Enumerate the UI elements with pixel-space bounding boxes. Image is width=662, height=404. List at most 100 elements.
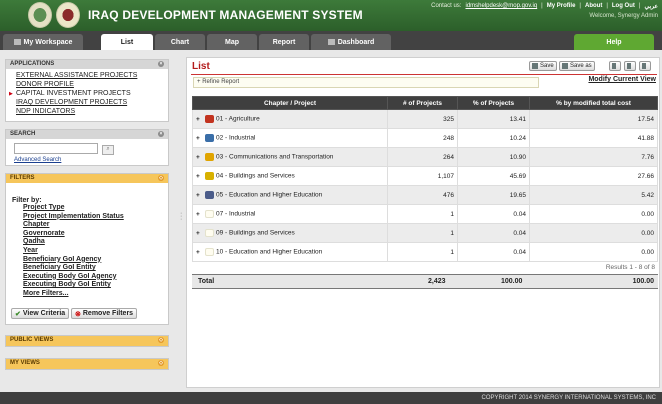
print-button[interactable] — [624, 61, 636, 71]
advanced-search-link[interactable]: Advanced Search — [14, 157, 168, 163]
table-row[interactable]: +01 - Agriculture 325 13.41 17.54 — [192, 109, 658, 129]
my-views-header[interactable]: MY VIEWS ◇ — [6, 359, 168, 369]
app-link-donor-profile[interactable]: DONOR PROFILE — [16, 80, 158, 89]
total-projects: 2,423 — [428, 278, 446, 285]
chapter-icon — [205, 115, 214, 123]
applications-list: EXTERNAL ASSISTANCE PROJECTS DONOR PROFI… — [6, 69, 168, 118]
cell-projects: 1 — [387, 204, 458, 224]
filter-qadha[interactable]: Qadha — [23, 238, 168, 247]
top-links: Contact us: idmshelpdesk@mop.gov.iq | My… — [431, 3, 658, 10]
table-row[interactable]: +02 - Industrial 248 10.24 41.88 — [192, 128, 658, 148]
filter-year[interactable]: Year — [23, 247, 168, 256]
table-row[interactable]: +07 - Industrial 1 0.04 0.00 — [192, 204, 658, 224]
app-link-external-assistance[interactable]: EXTERNAL ASSISTANCE PROJECTS — [16, 71, 158, 80]
filter-chapter[interactable]: Chapter — [23, 221, 168, 230]
tab-dashboard[interactable]: Dashboard — [311, 34, 391, 50]
save-as-icon — [562, 63, 568, 69]
chapter-label: 09 - Buildings and Services — [216, 229, 295, 237]
cell-chapter: +05 - Education and Higher Education — [192, 185, 388, 205]
results-count: Results 1 - 8 of 8 — [605, 264, 655, 271]
filter-project-type[interactable]: Project Type — [23, 204, 168, 213]
save-button[interactable]: Save — [529, 61, 557, 71]
settings-button[interactable] — [639, 61, 651, 71]
tab-map[interactable]: Map — [207, 34, 257, 50]
filter-beneficiary-entity[interactable]: Beneficiary GoI Entity — [23, 264, 168, 273]
cell-pct-projects: 13.41 — [457, 109, 530, 129]
expand-icon[interactable]: ◇ — [158, 337, 164, 343]
search-input[interactable] — [14, 143, 98, 154]
cell-chapter: +09 - Buildings and Services — [192, 223, 388, 243]
expand-row-icon[interactable]: + — [196, 230, 203, 237]
table-row[interactable]: +05 - Education and Higher Education 476 1… — [192, 185, 658, 205]
export-button[interactable] — [609, 61, 621, 71]
column-header-pct-projects[interactable]: % of Projects — [457, 96, 530, 110]
column-header-pct-cost[interactable]: % by modified total cost — [529, 96, 658, 110]
total-pct-projects: 100.00 — [501, 278, 523, 285]
panel-splitter-handle[interactable]: · · · — [180, 210, 182, 223]
tab-list[interactable]: List — [101, 34, 153, 50]
cell-pct-cost: 0.00 — [529, 242, 658, 262]
cell-pct-projects: 10.24 — [457, 128, 530, 148]
table-row[interactable]: +09 - Buildings and Services 1 0.04 0.00 — [192, 223, 658, 243]
about-link[interactable]: About — [585, 3, 602, 10]
cell-chapter: +04 - Buildings and Services — [192, 166, 388, 186]
government-seal-icon — [56, 2, 80, 28]
remove-filters-button[interactable]: ⊗ Remove Filters — [71, 308, 138, 319]
expand-row-icon[interactable]: + — [196, 135, 203, 142]
expand-icon[interactable]: ◇ — [158, 360, 164, 366]
tab-report[interactable]: Report — [259, 34, 309, 50]
my-views-panel: MY VIEWS ◇ — [5, 358, 169, 370]
more-filters-link[interactable]: More Filters... — [23, 290, 168, 299]
filter-governorate[interactable]: Governorate — [23, 230, 168, 239]
chapter-icon — [205, 210, 214, 218]
footer-copyright: COPYRIGHT 2014 SYNERGY INTERNATIONAL SYS… — [0, 392, 662, 404]
column-header-chapter[interactable]: Chapter / Project — [192, 96, 388, 110]
tab-my-workspace[interactable]: My Workspace — [3, 34, 83, 50]
tab-bar: My Workspace List Chart Map Report Dashb… — [0, 31, 662, 50]
modify-current-view-link[interactable]: Modify Current View — [588, 76, 656, 83]
my-profile-link[interactable]: My Profile — [547, 3, 576, 10]
public-views-panel: PUBLIC VIEWS ◇ — [5, 335, 169, 347]
expand-row-icon[interactable]: + — [196, 192, 203, 199]
app-link-capital-investment[interactable]: CAPITAL INVESTMENT PROJECTS — [9, 89, 158, 99]
log-out-link[interactable]: Log Out — [612, 3, 635, 10]
expand-row-icon[interactable]: + — [196, 211, 203, 218]
save-icon — [532, 63, 538, 69]
public-views-header[interactable]: PUBLIC VIEWS ◇ — [6, 336, 168, 346]
filter-by-label: Filter by: — [12, 197, 42, 204]
search-icon[interactable]: ⌕ — [102, 145, 114, 155]
chapter-label: 01 - Agriculture — [216, 115, 260, 123]
table-row[interactable]: +10 - Education and Higher Education 1 0.0… — [192, 242, 658, 262]
refine-report-toggle[interactable]: + Refine Report — [193, 77, 539, 88]
table-row[interactable]: +03 - Communications and Transportation 2… — [192, 147, 658, 167]
chapter-icon — [205, 153, 214, 161]
cell-projects: 476 — [387, 185, 458, 205]
expand-row-icon[interactable]: + — [196, 154, 203, 161]
filter-executing-agency[interactable]: Executing Body GoI Agency — [23, 273, 168, 282]
expand-row-icon[interactable]: + — [196, 116, 203, 123]
table-row[interactable]: +04 - Buildings and Services 1,107 45.69 27… — [192, 166, 658, 186]
app-link-ndp-indicators[interactable]: NDP INDICATORS — [16, 107, 158, 116]
column-header-projects[interactable]: # of Projects — [387, 96, 458, 110]
arabic-language-link[interactable]: عربي — [644, 3, 658, 10]
tab-chart[interactable]: Chart — [155, 34, 205, 50]
filter-beneficiary-agency[interactable]: Beneficiary GoI Agency — [23, 256, 168, 265]
expand-row-icon[interactable]: + — [196, 249, 203, 256]
save-as-button[interactable]: Save as — [559, 61, 595, 71]
tab-help[interactable]: Help — [574, 34, 654, 50]
page-title: List — [192, 61, 210, 72]
app-title: IRAQ DEVELOPMENT MANAGEMENT SYSTEM — [88, 8, 363, 22]
collapse-icon[interactable]: ◇ — [158, 175, 164, 181]
main-content: List Save Save as Modify Current View + … — [186, 57, 660, 388]
cell-projects: 264 — [387, 147, 458, 167]
contact-email-link[interactable]: idmshelpdesk@mop.gov.iq — [465, 3, 537, 10]
filters-panel: FILTERS ◇ Filter by: Project Type Projec… — [5, 173, 169, 325]
app-link-iraq-development[interactable]: IRAQ DEVELOPMENT PROJECTS — [16, 98, 158, 107]
expand-row-icon[interactable]: + — [196, 173, 203, 180]
filter-executing-entity[interactable]: Executing Body GoI Entity — [23, 281, 168, 290]
view-criteria-button[interactable]: ✔ View Criteria — [11, 308, 70, 319]
filter-implementation-status[interactable]: Project Implementation Status — [23, 213, 168, 222]
collapse-icon[interactable]: × — [158, 61, 164, 67]
collapse-icon[interactable]: × — [158, 131, 164, 137]
export-icon — [612, 63, 616, 69]
